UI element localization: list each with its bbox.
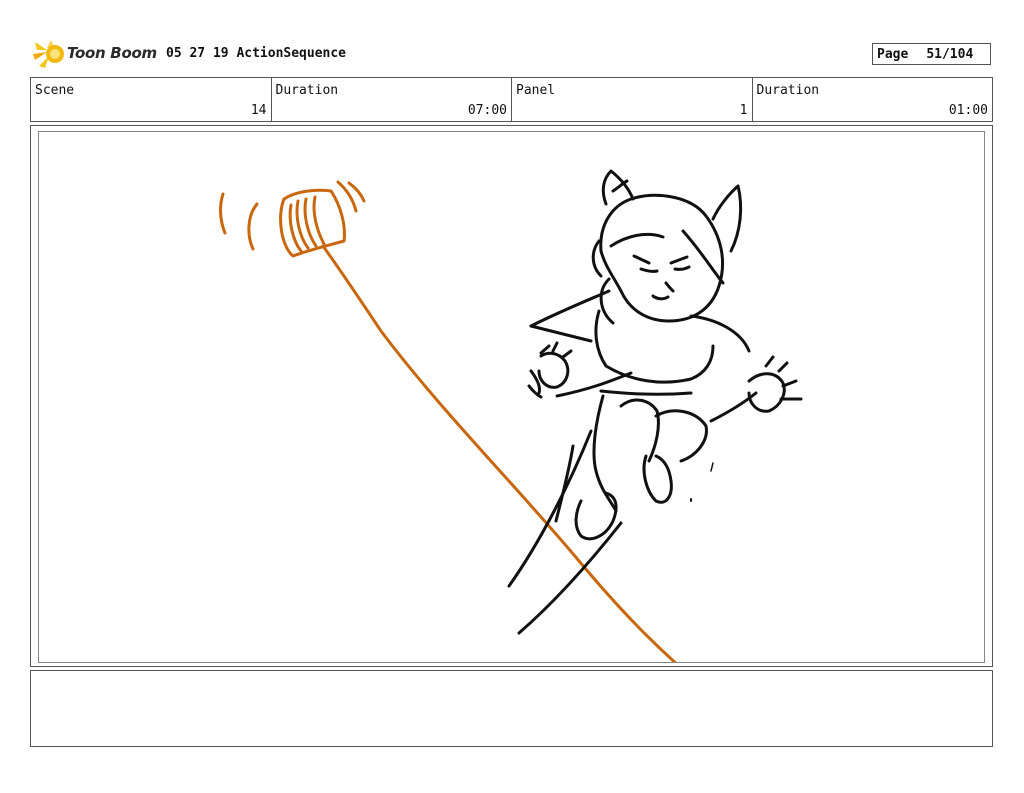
page-number: 51/104 [926, 46, 974, 62]
storyboard-sketch [219, 169, 803, 662]
scene-duration-cell: Duration 07:00 [272, 78, 512, 121]
panel-duration-value: 01:00 [948, 103, 988, 118]
notes-box[interactable] [30, 670, 993, 747]
logo-text: Toon Boom [67, 44, 157, 62]
page-label: Page [877, 46, 909, 62]
panel-label: Panel [516, 83, 556, 98]
scene-duration-label: Duration [275, 83, 339, 98]
panel-cell: Panel 1 [512, 78, 753, 121]
panel-duration-cell: Duration 01:00 [753, 78, 993, 121]
page-indicator: Page 51/104 [872, 43, 991, 65]
scene-value: 14 [250, 103, 267, 118]
panel-frame [38, 131, 985, 663]
panel-duration-label: Duration [756, 83, 820, 98]
scene-duration-value: 07:00 [467, 103, 507, 118]
panel-info-row: Scene 14 Duration 07:00 Panel 1 Duration… [30, 77, 993, 122]
orange-object-sketch [219, 180, 677, 662]
scene-label: Scene [35, 83, 75, 98]
scene-cell: Scene 14 [31, 78, 272, 121]
panel-value: 1 [739, 103, 748, 118]
character-sketch [507, 169, 803, 635]
project-title: 05 27 19 ActionSequence [166, 46, 347, 61]
